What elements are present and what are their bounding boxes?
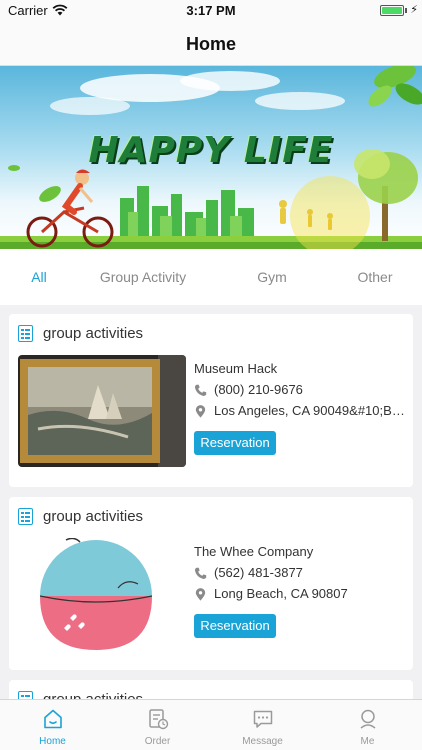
phone-icon [194,384,207,396]
battery-cap [405,8,407,13]
tab-me-label: Me [360,736,375,747]
banner-headline: HAPPY LIFE [88,130,334,171]
place-name: Museum Hack [194,361,278,376]
profile-icon [360,709,376,729]
phone-number: (800) 210-9676 [214,382,303,397]
tab-group-activity[interactable]: Group Activity [90,249,196,305]
phone-row[interactable]: (800) 210-9676 [194,382,406,402]
tab-home-label: Home [39,736,66,747]
tab-message-label: Message [242,736,283,747]
nav-bar: Home [0,22,422,66]
tab-gym[interactable]: Gym [242,249,302,305]
location-pin-icon [195,588,206,601]
card-info: The Whee Company (562) 481-3877 Long Bea… [194,544,406,606]
battery-icon [380,5,404,16]
address-row: Los Angeles, CA 90049&#10;Bro... [194,403,406,423]
tab-me[interactable]: Me [315,700,420,750]
activity-card[interactable]: group activities The Whee Company (562) … [9,497,413,670]
list-document-icon [18,508,33,525]
card-category: group activities [43,325,144,342]
clock: 3:17 PM [186,3,236,18]
tab-message[interactable]: Message [210,700,315,750]
tab-home[interactable]: Home [0,700,105,750]
tab-other[interactable]: Other [344,249,406,305]
category-tabs: All Group Activity Gym Other [0,249,422,305]
phone-number: (562) 481-3877 [214,565,303,580]
order-icon [149,709,169,730]
phone-row[interactable]: (562) 481-3877 [194,565,406,585]
activity-card[interactable]: group activities Museum Hack (800) 210-9… [9,314,413,487]
painting-image[interactable] [18,355,186,467]
address-text: Long Beach, CA 90807 [214,586,348,601]
card-category: group activities [43,508,144,525]
tab-order-label: Order [144,736,171,747]
location-pin-icon [195,405,206,418]
message-icon [253,710,273,728]
phone-icon [194,567,207,579]
reservation-button[interactable]: Reservation [194,431,276,455]
reservation-button[interactable]: Reservation [194,614,276,638]
charging-icon: ⚡ [410,4,418,16]
address-text: Los Angeles, CA 90049&#10;Bro... [214,403,406,418]
bottom-tab-bar: Home Order Message Me [0,699,422,750]
address-row: Long Beach, CA 90807 [194,586,406,606]
hero-banner[interactable]: HAPPY LIFE [0,66,422,249]
card-info: Museum Hack (800) 210-9676 Los Angeles, … [194,361,406,423]
home-icon [44,709,62,729]
status-bar: Carrier 3:17 PM ⚡ [0,0,422,22]
page-title: Home [185,34,236,54]
tab-all[interactable]: All [14,249,64,305]
list-document-icon [18,325,33,342]
umbrella-logo-image[interactable] [18,538,186,650]
place-name: The Whee Company [194,544,314,559]
tab-order[interactable]: Order [105,700,210,750]
